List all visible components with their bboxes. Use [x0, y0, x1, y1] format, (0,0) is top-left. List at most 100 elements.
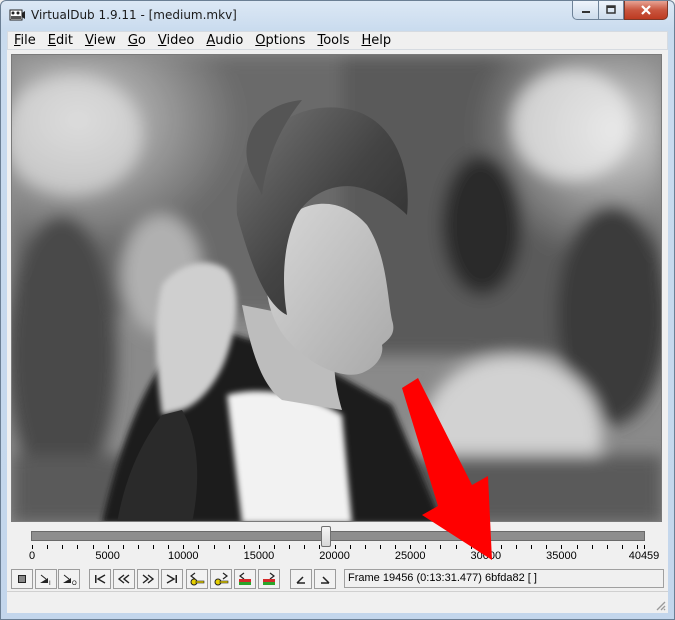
trackbar-tick: [243, 545, 245, 549]
play-input-icon: I: [40, 574, 51, 586]
svg-text:I: I: [49, 581, 51, 586]
prev-frame-button[interactable]: [113, 569, 135, 589]
trackbar-tick: [531, 545, 533, 549]
timeline-trackbar[interactable]: 0 5000 10000 15000 20000 25000 30000 35000 40459: [7, 524, 668, 568]
trackbar-tick: [47, 545, 49, 549]
trackbar-tick: [258, 545, 260, 549]
app-window: VirtualDub 1.9.11 - [medium.mkv] File Ed…: [0, 0, 675, 620]
trackbar-tick: [546, 545, 548, 549]
close-icon: [641, 5, 651, 15]
trackbar-tick: [228, 545, 230, 549]
trackbar-tick: [516, 545, 518, 549]
trackbar-tick: [440, 545, 442, 549]
trackbar-tick: [198, 545, 200, 549]
trackbar-tick: [561, 545, 563, 549]
trackbar-tick: [591, 545, 593, 549]
resize-grip-icon[interactable]: [654, 599, 666, 611]
menu-file[interactable]: File: [8, 33, 42, 48]
minimize-button[interactable]: [572, 1, 598, 20]
trackbar-tick: [137, 545, 139, 549]
mark-in-button[interactable]: [290, 569, 312, 589]
menu-audio[interactable]: Audio: [200, 33, 249, 48]
minimize-icon: [581, 11, 590, 13]
prev-frame-icon: [117, 574, 130, 584]
maximize-icon: [606, 5, 616, 14]
trackbar-tick: [304, 545, 306, 549]
transport-toolbar: I O Frame 19456 (0:13:31.477) 6bfda82 […: [7, 568, 668, 592]
trackbar-tick: [606, 545, 608, 549]
go-end-button[interactable]: [161, 569, 183, 589]
menu-view[interactable]: View: [79, 33, 122, 48]
frame-position-readout: Frame 19456 (0:13:31.477) 6bfda82 [ ]: [344, 569, 664, 588]
virtualdub-app-icon: [9, 9, 25, 21]
trackbar-tick: [107, 545, 109, 549]
prev-scene-icon: [239, 572, 251, 585]
trackbar-tick: [637, 545, 639, 549]
trackbar-tick-label: 0: [28, 550, 36, 562]
trackbar-tick: [500, 545, 502, 549]
trackbar-tick-label: 35000: [546, 550, 577, 562]
video-preview-pane[interactable]: [11, 54, 662, 522]
trackbar-tick: [213, 545, 215, 549]
menu-video[interactable]: Video: [152, 33, 200, 48]
frame-info-text: Frame 19456 (0:13:31.477) 6bfda82 [ ]: [348, 572, 537, 584]
trackbar-tick: [470, 545, 472, 549]
window-title: VirtualDub 1.9.11 - [medium.mkv]: [31, 8, 237, 22]
title-bar[interactable]: VirtualDub 1.9.11 - [medium.mkv]: [1, 1, 674, 31]
maximize-button[interactable]: [598, 1, 624, 20]
menu-help[interactable]: Help: [355, 33, 397, 48]
trackbar-tick: [364, 545, 366, 549]
trackbar-tick: [92, 545, 94, 549]
menu-options[interactable]: Options: [249, 33, 311, 48]
prev-keyframe-button[interactable]: [186, 569, 208, 589]
trackbar-tick: [455, 545, 457, 549]
prev-keyframe-icon: [190, 572, 205, 586]
stop-icon: [18, 575, 26, 583]
trackbar-tick: [349, 545, 351, 549]
trackbar-tick: [77, 545, 79, 549]
play-output-button[interactable]: O: [58, 569, 80, 589]
trackbar-tick: [122, 545, 124, 549]
trackbar-tick-label: 20000: [319, 550, 350, 562]
svg-text:O: O: [72, 581, 77, 586]
trackbar-tick: [425, 545, 427, 549]
trackbar-tick: [379, 545, 381, 549]
next-scene-button[interactable]: [258, 569, 280, 589]
next-keyframe-button[interactable]: [210, 569, 232, 589]
trackbar-tick: [395, 545, 397, 549]
stop-button[interactable]: [11, 569, 33, 589]
prev-scene-button[interactable]: [234, 569, 256, 589]
next-frame-icon: [142, 574, 155, 584]
menu-go[interactable]: Go: [122, 33, 152, 48]
trackbar-tick: [183, 545, 185, 549]
mark-out-button[interactable]: [314, 569, 336, 589]
trackbar-tick: [62, 545, 64, 549]
menu-edit[interactable]: Edit: [42, 33, 79, 48]
trackbar-tick: [576, 545, 578, 549]
mark-out-icon: [321, 576, 330, 584]
trackbar-tick: [32, 545, 33, 549]
trackbar-tick-label: 30000: [470, 550, 502, 562]
trackbar-tick: [289, 545, 291, 549]
video-frame-image: [12, 55, 661, 521]
play-input-button[interactable]: I: [35, 569, 57, 589]
trackbar-tick-label: 25000: [394, 550, 426, 562]
trackbar-channel[interactable]: [31, 531, 645, 541]
main-client-area: 0 5000 10000 15000 20000 25000 30000 35000 40459…: [7, 50, 668, 613]
mark-in-icon: [296, 576, 305, 584]
next-frame-button[interactable]: [137, 569, 159, 589]
trackbar-tick: [274, 545, 276, 549]
menu-tools[interactable]: Tools: [311, 33, 355, 48]
status-bar: [7, 591, 668, 613]
next-scene-icon: [263, 572, 275, 585]
trackbar-thumb[interactable]: [321, 526, 332, 547]
go-start-button[interactable]: [89, 569, 111, 589]
trackbar-tick: [168, 545, 170, 549]
go-start-icon: [95, 574, 106, 584]
trackbar-tick: [485, 545, 487, 549]
trackbar-tick-label: 10000: [167, 550, 199, 562]
trackbar-tick-label: 5000: [95, 550, 120, 562]
trackbar-tick-label: 15000: [243, 550, 275, 562]
close-button[interactable]: [624, 1, 668, 20]
next-keyframe-icon: [214, 572, 229, 586]
